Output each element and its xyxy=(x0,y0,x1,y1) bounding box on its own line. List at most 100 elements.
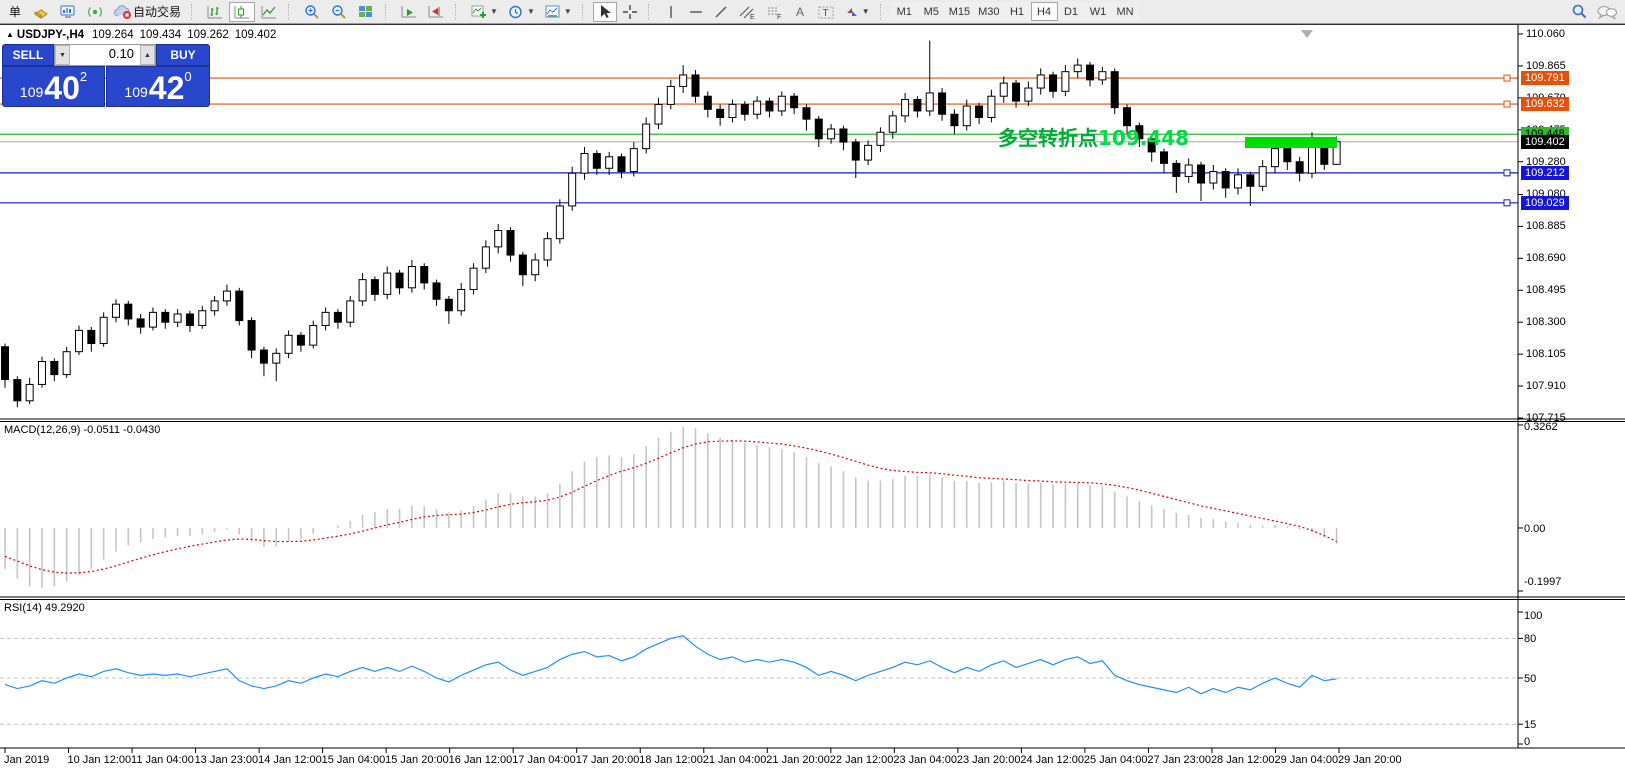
candle-body[interactable] xyxy=(38,362,45,385)
candle-body[interactable] xyxy=(852,142,859,160)
highlight-bar[interactable] xyxy=(1245,137,1337,148)
candle-body[interactable] xyxy=(248,321,255,350)
hline-handle[interactable] xyxy=(1504,170,1510,176)
buy-button[interactable]: BUY xyxy=(156,44,210,66)
candle-body[interactable] xyxy=(1050,75,1057,91)
candle-body[interactable] xyxy=(137,319,144,327)
candle-body[interactable] xyxy=(741,104,748,114)
candle-body[interactable] xyxy=(236,291,243,320)
candle-body[interactable] xyxy=(100,317,107,343)
candle-body[interactable] xyxy=(939,93,946,114)
candle-body[interactable] xyxy=(260,350,267,363)
candle-body[interactable] xyxy=(680,75,687,86)
candle-body[interactable] xyxy=(421,267,428,283)
timeframe-m5[interactable]: M5 xyxy=(918,2,945,21)
candle-body[interactable] xyxy=(729,104,736,117)
candle-body[interactable] xyxy=(359,280,366,301)
candle-body[interactable] xyxy=(1087,65,1094,80)
candle-body[interactable] xyxy=(791,96,798,107)
candle-body[interactable] xyxy=(371,280,378,295)
candle-body[interactable] xyxy=(125,304,132,319)
signals-button[interactable] xyxy=(82,2,108,22)
candle-body[interactable] xyxy=(988,96,995,117)
sell-price[interactable]: 109 40 2 xyxy=(2,66,105,107)
candle-body[interactable] xyxy=(655,104,662,124)
timeframe-m1[interactable]: M1 xyxy=(891,2,918,21)
candle-body[interactable] xyxy=(51,362,58,375)
candle-body[interactable] xyxy=(1222,172,1229,188)
candle-body[interactable] xyxy=(1037,75,1044,88)
zoom-out-button[interactable] xyxy=(326,2,352,22)
candle-body[interactable] xyxy=(902,100,909,116)
crosshair-button[interactable] xyxy=(618,2,642,22)
candle-body[interactable] xyxy=(865,145,872,160)
candle-body[interactable] xyxy=(704,96,711,109)
candle-body[interactable] xyxy=(495,231,502,247)
new-order-button-partial[interactable]: 单 xyxy=(3,2,27,22)
candle-body[interactable] xyxy=(926,93,933,111)
candle-body[interactable] xyxy=(149,312,156,327)
chart-shift-button[interactable] xyxy=(423,2,449,22)
arrows-button[interactable]: ▼ xyxy=(840,2,874,22)
candle-body[interactable] xyxy=(754,101,761,114)
candle-body[interactable] xyxy=(1099,72,1106,80)
periods-button[interactable]: ▼ xyxy=(503,2,539,22)
zoom-in-button[interactable] xyxy=(299,2,325,22)
candle-body[interactable] xyxy=(1259,167,1266,187)
candle-body[interactable] xyxy=(334,312,341,322)
candle-body[interactable] xyxy=(618,157,625,172)
candle-body[interactable] xyxy=(828,129,835,139)
candle-body[interactable] xyxy=(630,149,637,172)
candle-body[interactable] xyxy=(470,268,477,289)
candle-body[interactable] xyxy=(285,335,292,353)
hline-handle[interactable] xyxy=(1504,200,1510,206)
chat-button[interactable] xyxy=(1592,2,1622,22)
candle-body[interactable] xyxy=(951,114,958,125)
candle-body[interactable] xyxy=(186,314,193,325)
candle-body[interactable] xyxy=(889,116,896,132)
chart-shift-marker[interactable] xyxy=(1301,30,1313,38)
candle-body[interactable] xyxy=(396,273,403,288)
candle-body[interactable] xyxy=(162,312,169,322)
chart-canvas[interactable] xyxy=(0,25,1625,773)
candle-body[interactable] xyxy=(1247,175,1254,186)
candle-body[interactable] xyxy=(717,109,724,117)
volume-increase-button[interactable]: ▲ xyxy=(140,45,155,65)
market-watch-button[interactable] xyxy=(28,2,54,22)
candle-body[interactable] xyxy=(593,154,600,169)
candle-body[interactable] xyxy=(1025,88,1032,101)
volume-decrease-button[interactable]: ▼ xyxy=(55,45,70,65)
candle-body[interactable] xyxy=(519,255,526,275)
candle-body[interactable] xyxy=(766,101,773,111)
candle-body[interactable] xyxy=(223,291,230,301)
candle-body[interactable] xyxy=(569,173,576,206)
candle-body[interactable] xyxy=(1308,145,1315,173)
candle-body[interactable] xyxy=(1000,83,1007,96)
candle-body[interactable] xyxy=(1062,72,1069,92)
timeframe-m15[interactable]: M15 xyxy=(945,2,974,21)
candle-body[interactable] xyxy=(507,231,514,256)
tile-windows-button[interactable] xyxy=(353,2,379,22)
candle-body[interactable] xyxy=(63,352,70,375)
sell-button[interactable]: SELL xyxy=(2,44,54,66)
autotrading-button[interactable]: 自动交易 xyxy=(109,2,185,22)
candle-body[interactable] xyxy=(1210,172,1217,183)
pivot-annotation[interactable]: 多空转折点109.448 xyxy=(998,122,1189,151)
candle-body[interactable] xyxy=(26,384,33,400)
candle-body[interactable] xyxy=(1074,65,1081,72)
candle-body[interactable] xyxy=(14,380,21,401)
candle-body[interactable] xyxy=(643,124,650,149)
candle-body[interactable] xyxy=(112,304,119,317)
auto-scroll-button[interactable] xyxy=(396,2,422,22)
search-button[interactable] xyxy=(1566,2,1592,22)
bar-chart-type-button[interactable] xyxy=(202,2,228,22)
candle-body[interactable] xyxy=(914,100,921,111)
candle-body[interactable] xyxy=(1161,152,1168,163)
equidistant-channel-button[interactable]: E xyxy=(734,2,760,22)
candle-body[interactable] xyxy=(692,75,699,96)
expand-arrow-icon[interactable]: ▲ xyxy=(6,30,14,39)
candle-body[interactable] xyxy=(877,132,884,145)
candle-body[interactable] xyxy=(544,239,551,260)
text-button[interactable]: A xyxy=(788,2,812,22)
candle-body[interactable] xyxy=(1013,83,1020,101)
